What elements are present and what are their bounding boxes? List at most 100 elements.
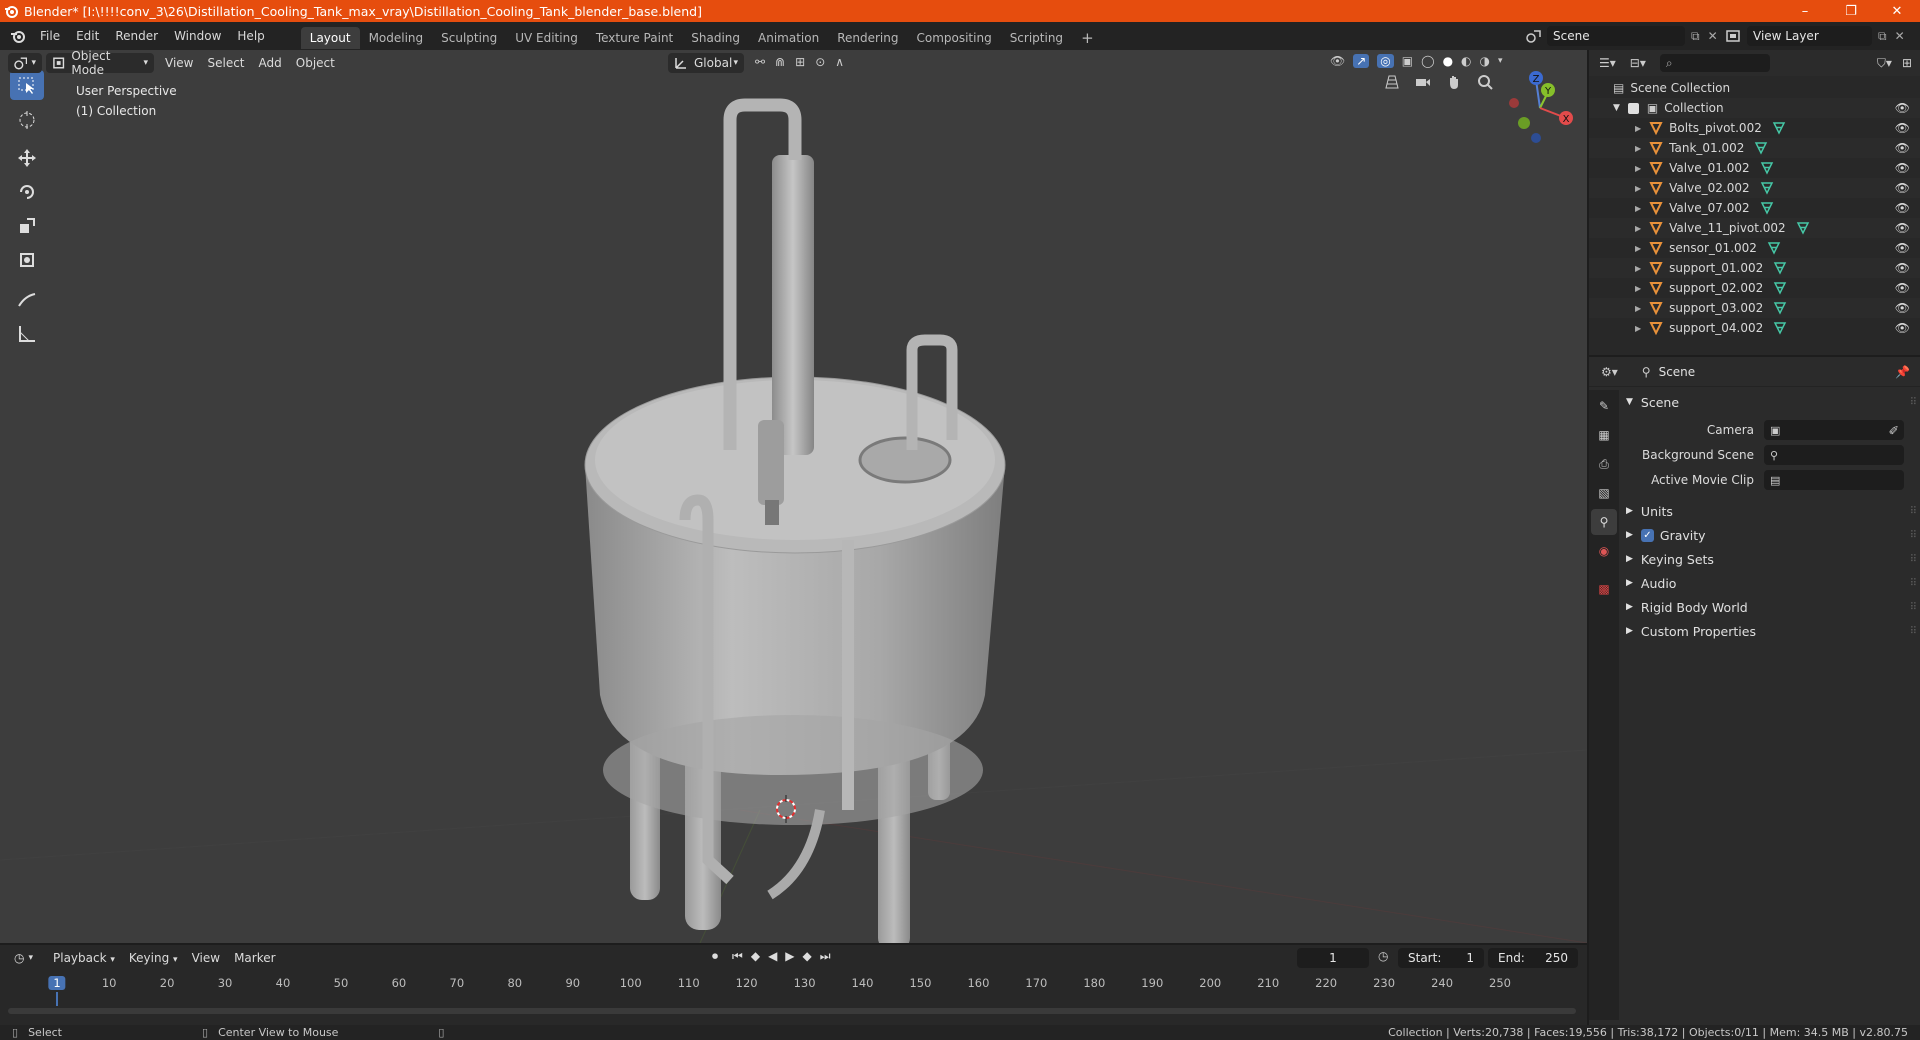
tab-scripting[interactable]: Scripting xyxy=(1001,27,1072,49)
eye-icon[interactable]: 👁 xyxy=(1895,201,1910,215)
expand-arrow-icon[interactable]: ▶ xyxy=(1635,304,1641,313)
rendered-shading-icon[interactable]: ◑ xyxy=(1480,54,1490,68)
shading-options-icon[interactable]: ▾ xyxy=(1498,56,1503,66)
expand-arrow-icon[interactable]: ▶ xyxy=(1635,284,1641,293)
current-frame-field[interactable]: 1 xyxy=(1297,948,1369,968)
new-collection-icon[interactable]: ⊞ xyxy=(1902,56,1912,70)
scene-collection-row[interactable]: ▤ Scene Collection xyxy=(1589,78,1920,98)
eye-icon[interactable]: 👁 xyxy=(1895,301,1910,315)
menu-render[interactable]: Render xyxy=(107,22,166,50)
outliner-search-input[interactable]: ⌕ xyxy=(1659,54,1770,72)
menu-keying[interactable]: Keying ▾ xyxy=(122,951,185,965)
eye-icon[interactable]: 👁 xyxy=(1895,181,1910,195)
expand-arrow-icon[interactable]: ▶ xyxy=(1635,244,1641,253)
delete-scene-icon[interactable]: ✕ xyxy=(1708,29,1718,43)
scale-tool[interactable] xyxy=(10,211,44,241)
falloff-icon[interactable]: ∧ xyxy=(835,55,844,69)
mesh-data-icon[interactable] xyxy=(1760,201,1774,215)
next-keyframe-icon[interactable]: ◆ xyxy=(803,949,812,964)
cursor-tool[interactable] xyxy=(10,105,44,135)
eye-icon[interactable]: 👁 xyxy=(1895,321,1910,335)
axis-gizmo[interactable]: Z Y X xyxy=(1500,68,1580,148)
outliner-object-row[interactable]: ▶ Valve_02.002 👁 xyxy=(1589,178,1920,198)
outliner-object-row[interactable]: ▶ support_03.002 👁 xyxy=(1589,298,1920,318)
eye-icon[interactable]: 👁 xyxy=(1895,161,1910,175)
mesh-data-icon[interactable] xyxy=(1773,261,1787,275)
keying-sets-panel-header[interactable]: ▶ Keying Sets ⠿ xyxy=(1620,548,1920,570)
world-tab-icon[interactable]: ◉ xyxy=(1591,538,1617,564)
outliner-object-row[interactable]: ▶ Valve_07.002 👁 xyxy=(1589,198,1920,218)
scene-panel-header[interactable]: ▼ Scene ⠿ xyxy=(1620,391,1920,413)
tab-rendering[interactable]: Rendering xyxy=(828,27,907,49)
outliner-object-row[interactable]: ▶ support_01.002 👁 xyxy=(1589,258,1920,278)
expand-arrow-icon[interactable]: ▶ xyxy=(1635,324,1641,333)
new-scene-icon[interactable]: ⧉ xyxy=(1691,29,1700,44)
eye-icon[interactable]: 👁 xyxy=(1895,101,1910,115)
outliner-object-row[interactable]: ▶ Bolts_pivot.002 👁 xyxy=(1589,118,1920,138)
menu-view[interactable]: View xyxy=(158,56,200,70)
orientation-dropdown[interactable]: Global ▾ xyxy=(668,53,744,73)
preview-range-icon[interactable]: ◷ xyxy=(1378,949,1388,963)
rotate-tool[interactable] xyxy=(10,177,44,207)
snap-icon[interactable]: ⋒ xyxy=(775,55,785,69)
expand-arrow-icon[interactable]: ▼ xyxy=(1613,103,1620,113)
expand-arrow-icon[interactable]: ▶ xyxy=(1635,264,1641,273)
overlay-toggle-icon[interactable]: ◎ xyxy=(1377,54,1394,68)
solid-shading-icon[interactable]: ● xyxy=(1443,54,1453,68)
start-frame-field[interactable]: Start: 1 xyxy=(1398,948,1484,968)
outliner-object-row[interactable]: ▶ Tank_01.002 👁 xyxy=(1589,138,1920,158)
eye-icon[interactable]: 👁 xyxy=(1895,221,1910,235)
delete-view-layer-icon[interactable]: ✕ xyxy=(1895,29,1905,43)
eye-icon[interactable]: 👁 xyxy=(1895,121,1910,135)
proportional-edit-icon[interactable]: ⊙ xyxy=(815,55,825,69)
scene-selector-icon[interactable] xyxy=(1525,28,1543,44)
xray-icon[interactable]: ▣ xyxy=(1402,54,1413,68)
audio-panel-header[interactable]: ▶ Audio ⠿ xyxy=(1620,572,1920,594)
filter-icon[interactable]: ⛉▾ xyxy=(1877,56,1892,71)
collection-checkbox[interactable] xyxy=(1627,102,1639,114)
menu-window[interactable]: Window xyxy=(166,22,229,50)
jump-end-icon[interactable]: ⏭ xyxy=(820,949,831,964)
tab-texture-paint[interactable]: Texture Paint xyxy=(587,27,682,49)
menu-file[interactable]: File xyxy=(32,22,68,50)
new-view-layer-icon[interactable]: ⧉ xyxy=(1878,29,1887,44)
rigid-body-world-panel-header[interactable]: ▶ Rigid Body World ⠿ xyxy=(1620,596,1920,618)
units-panel-header[interactable]: ▶ Units ⠿ xyxy=(1620,500,1920,522)
view-layer-tab-icon[interactable]: ▧ xyxy=(1591,480,1617,506)
snap-target-icon[interactable]: ⊞ xyxy=(795,55,805,69)
menu-add[interactable]: Add xyxy=(252,56,289,70)
timeline-scrollbar[interactable] xyxy=(8,1008,1576,1014)
expand-arrow-icon[interactable]: ▶ xyxy=(1635,204,1641,213)
expand-arrow-icon[interactable]: ▶ xyxy=(1635,144,1641,153)
expand-arrow-icon[interactable]: ▶ xyxy=(1635,164,1641,173)
menu-timeline-view[interactable]: View xyxy=(185,951,227,965)
tab-compositing[interactable]: Compositing xyxy=(907,27,1000,49)
menu-edit[interactable]: Edit xyxy=(68,22,107,50)
render-tab-icon[interactable]: ▦ xyxy=(1591,422,1617,448)
custom-properties-panel-header[interactable]: ▶ Custom Properties ⠿ xyxy=(1620,620,1920,642)
mesh-data-icon[interactable] xyxy=(1772,121,1786,135)
view-layer-icon[interactable] xyxy=(1725,28,1743,44)
camera-field[interactable]: ▣ ✐ xyxy=(1764,420,1904,440)
eye-icon[interactable]: 👁 xyxy=(1895,241,1910,255)
tab-sculpting[interactable]: Sculpting xyxy=(432,27,506,49)
move-tool[interactable] xyxy=(10,143,44,173)
outliner-editor-icon[interactable]: ☰▾ xyxy=(1599,56,1616,70)
measure-tool[interactable] xyxy=(10,319,44,349)
scene-name-field[interactable]: Scene xyxy=(1547,26,1685,46)
3d-viewport[interactable]: User Perspective (1) Collection Z Y X xyxy=(0,50,1587,943)
play-icon[interactable]: ▶ xyxy=(785,949,794,964)
mesh-data-icon[interactable] xyxy=(1773,321,1787,335)
material-shading-icon[interactable]: ◐ xyxy=(1461,54,1471,68)
tab-animation[interactable]: Animation xyxy=(749,27,828,49)
play-reverse-icon[interactable]: ◀ xyxy=(768,949,777,964)
gravity-checkbox[interactable]: ✓ xyxy=(1640,528,1654,542)
mesh-data-icon[interactable] xyxy=(1773,301,1787,315)
expand-arrow-icon[interactable]: ▶ xyxy=(1635,224,1641,233)
pivot-point-icon[interactable]: ⚯ xyxy=(755,55,765,69)
menu-marker[interactable]: Marker xyxy=(227,951,282,965)
background-scene-field[interactable]: ⚲ xyxy=(1764,445,1904,465)
editor-type-button[interactable]: ▾ xyxy=(8,53,42,73)
blender-menu-icon[interactable] xyxy=(10,28,26,44)
prev-keyframe-icon[interactable]: ◆ xyxy=(751,949,760,964)
